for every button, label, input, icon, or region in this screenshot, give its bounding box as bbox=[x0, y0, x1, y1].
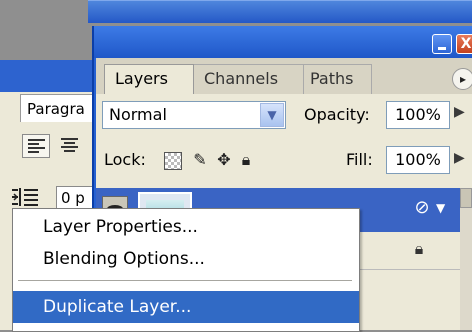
opacity-field[interactable]: 100% bbox=[386, 101, 450, 129]
opacity-slider-arrow-icon[interactable]: ▶ bbox=[454, 104, 465, 120]
scroll-up-button[interactable] bbox=[460, 188, 472, 208]
lock-position-icon[interactable]: ✥ bbox=[214, 150, 234, 170]
panel-menu-button[interactable]: ▸ bbox=[452, 68, 472, 90]
back-window-titlebar bbox=[88, 0, 472, 23]
chevron-down-icon[interactable]: ▼ bbox=[260, 103, 284, 127]
menu-item-blending-options[interactable]: Blending Options... bbox=[13, 243, 359, 275]
lock-transparent-pixels-icon[interactable] bbox=[164, 152, 182, 170]
lock-all-icon[interactable]: 🔒︎ bbox=[236, 150, 256, 170]
fill-slider-arrow-icon[interactable]: ▶ bbox=[454, 150, 465, 166]
align-center-button[interactable] bbox=[56, 134, 96, 158]
minimize-icon bbox=[438, 47, 446, 50]
indent-left-icon bbox=[10, 186, 44, 208]
menu-separator bbox=[18, 280, 352, 281]
fill-label: Fill: bbox=[346, 150, 373, 169]
tab-layers[interactable]: Layers bbox=[104, 64, 194, 94]
opacity-label: Opacity: bbox=[304, 105, 370, 124]
menu-item-duplicate-layer[interactable]: Duplicate Layer... bbox=[13, 291, 359, 323]
lock-label: Lock: bbox=[104, 150, 146, 169]
menu-item-layer-properties[interactable]: Layer Properties... bbox=[13, 211, 359, 243]
close-button[interactable]: X bbox=[456, 34, 472, 54]
layers-palette-titlebar[interactable] bbox=[94, 26, 472, 58]
lock-image-pixels-icon[interactable]: ✎ bbox=[190, 150, 210, 170]
blend-mode-select[interactable]: Normal bbox=[102, 101, 286, 129]
layer-lock-icon: 🔒︎ bbox=[414, 239, 424, 258]
tab-paths[interactable]: Paths bbox=[300, 64, 372, 94]
align-left-button[interactable] bbox=[22, 134, 50, 158]
layers-scrollbar[interactable] bbox=[460, 188, 472, 330]
indent-left-field[interactable]: 0 p bbox=[56, 186, 96, 210]
align-left-icon bbox=[28, 139, 45, 154]
align-center-icon bbox=[61, 138, 78, 153]
effects-expand-icon[interactable]: ▼ bbox=[436, 198, 445, 218]
tab-channels[interactable]: Channels bbox=[194, 64, 304, 94]
minimize-button[interactable] bbox=[432, 34, 452, 54]
fill-field[interactable]: 100% bbox=[386, 146, 450, 174]
tab-paragraph[interactable]: Paragra bbox=[20, 94, 98, 122]
layer-effects-icon[interactable]: ⊘ bbox=[410, 196, 434, 220]
